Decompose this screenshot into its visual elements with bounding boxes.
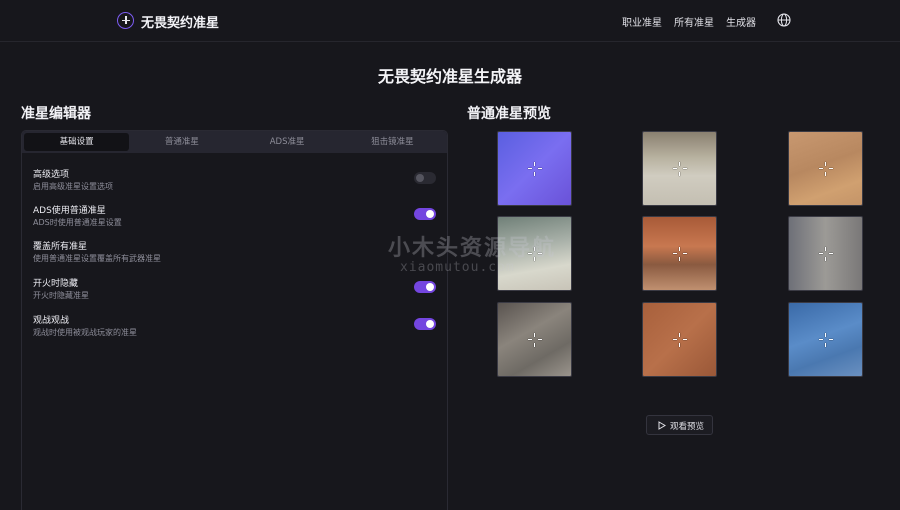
crosshair-icon bbox=[527, 161, 542, 176]
play-icon bbox=[658, 421, 666, 430]
crosshair-icon bbox=[818, 332, 833, 347]
crosshair-icon bbox=[818, 161, 833, 176]
watch-preview-button[interactable]: 观看预览 bbox=[646, 415, 713, 435]
crosshair-icon bbox=[818, 246, 833, 261]
toggle-knob bbox=[426, 283, 434, 291]
watch-preview-label: 观看预览 bbox=[670, 422, 705, 432]
tab-basic-settings[interactable]: 基础设置 bbox=[24, 133, 130, 151]
option-title: ADS使用普通准星 bbox=[33, 206, 106, 216]
crosshair-icon bbox=[672, 246, 687, 261]
option-desc: 使用普通准星设置覆盖所有武器准星 bbox=[33, 254, 161, 263]
option-spectate: 观战观战 观战时使用被观战玩家的准星 bbox=[33, 313, 438, 343]
option-hide-on-fire: 开火时隐藏 开火时隐藏准星 bbox=[33, 276, 438, 306]
brand-name[interactable]: 无畏契约准星 bbox=[141, 12, 219, 31]
advanced-toggle[interactable] bbox=[414, 172, 436, 184]
top-navbar: 无畏契约准星 职业准星 所有准星 生成器 bbox=[0, 0, 900, 42]
preview-thumb-plaza[interactable] bbox=[642, 131, 717, 206]
option-desc: ADS时使用普通准星设置 bbox=[33, 218, 122, 227]
option-ads-primary: ADS使用普通准星 ADS时使用普通准星设置 bbox=[33, 203, 438, 233]
crosshair-icon bbox=[527, 332, 542, 347]
tab-primary-crosshair[interactable]: 普通准星 bbox=[129, 133, 234, 151]
toggle-knob bbox=[426, 320, 434, 328]
preview-thumb-purple[interactable] bbox=[497, 131, 572, 206]
option-desc: 观战时使用被观战玩家的准星 bbox=[33, 328, 137, 337]
nav-generator[interactable]: 生成器 bbox=[726, 14, 756, 29]
toggle-knob bbox=[426, 210, 434, 218]
preview-thumb-sand[interactable] bbox=[788, 131, 863, 206]
ads-primary-toggle[interactable] bbox=[414, 208, 436, 220]
editor-tabs: 基础设置 普通准星 ADS准星 狙击镜准星 bbox=[22, 131, 447, 153]
tab-sniper-crosshair[interactable]: 狙击镜准星 bbox=[340, 133, 445, 151]
preview-thumb-wall[interactable] bbox=[788, 216, 863, 291]
option-advanced: 高级选项 启用高级准星设置选项 bbox=[33, 167, 438, 197]
preview-thumb-metal[interactable] bbox=[497, 302, 572, 377]
watermark-text: 小木头资源导航 bbox=[388, 236, 557, 261]
globe-icon[interactable] bbox=[777, 13, 791, 27]
tab-ads-crosshair[interactable]: ADS准星 bbox=[235, 133, 340, 151]
option-title: 观战观战 bbox=[33, 316, 70, 326]
preview-thumb-container[interactable] bbox=[788, 302, 863, 377]
crosshair-icon bbox=[672, 332, 687, 347]
nav-all-crosshairs[interactable]: 所有准星 bbox=[674, 14, 714, 29]
option-title: 开火时隐藏 bbox=[33, 279, 79, 289]
option-desc: 开火时隐藏准星 bbox=[33, 291, 89, 300]
option-desc: 启用高级准星设置选项 bbox=[33, 182, 113, 191]
nav-pro-crosshairs[interactable]: 职业准星 bbox=[622, 14, 662, 29]
toggle-knob bbox=[416, 174, 424, 182]
editor-title: 准星编辑器 bbox=[21, 106, 91, 122]
option-title: 覆盖所有准星 bbox=[33, 242, 88, 252]
crosshair-editor-panel: 基础设置 普通准星 ADS准星 狙击镜准星 高级选项 启用高级准星设置选项 AD… bbox=[21, 130, 448, 510]
preview-title: 普通准星预览 bbox=[467, 106, 551, 122]
spectate-toggle[interactable] bbox=[414, 318, 436, 330]
preview-thumb-plaster[interactable] bbox=[642, 302, 717, 377]
page-title: 无畏契约准星生成器 bbox=[377, 67, 522, 86]
option-title: 高级选项 bbox=[33, 170, 70, 180]
preview-thumb-doorway[interactable] bbox=[642, 216, 717, 291]
option-override-all: 覆盖所有准星 使用普通准星设置覆盖所有武器准星 bbox=[33, 239, 438, 269]
crosshair-icon bbox=[672, 161, 687, 176]
crosshair-plus-icon[interactable] bbox=[117, 12, 134, 29]
hide-on-fire-toggle[interactable] bbox=[414, 281, 436, 293]
watermark-url: xiaomutou.com bbox=[400, 260, 515, 275]
